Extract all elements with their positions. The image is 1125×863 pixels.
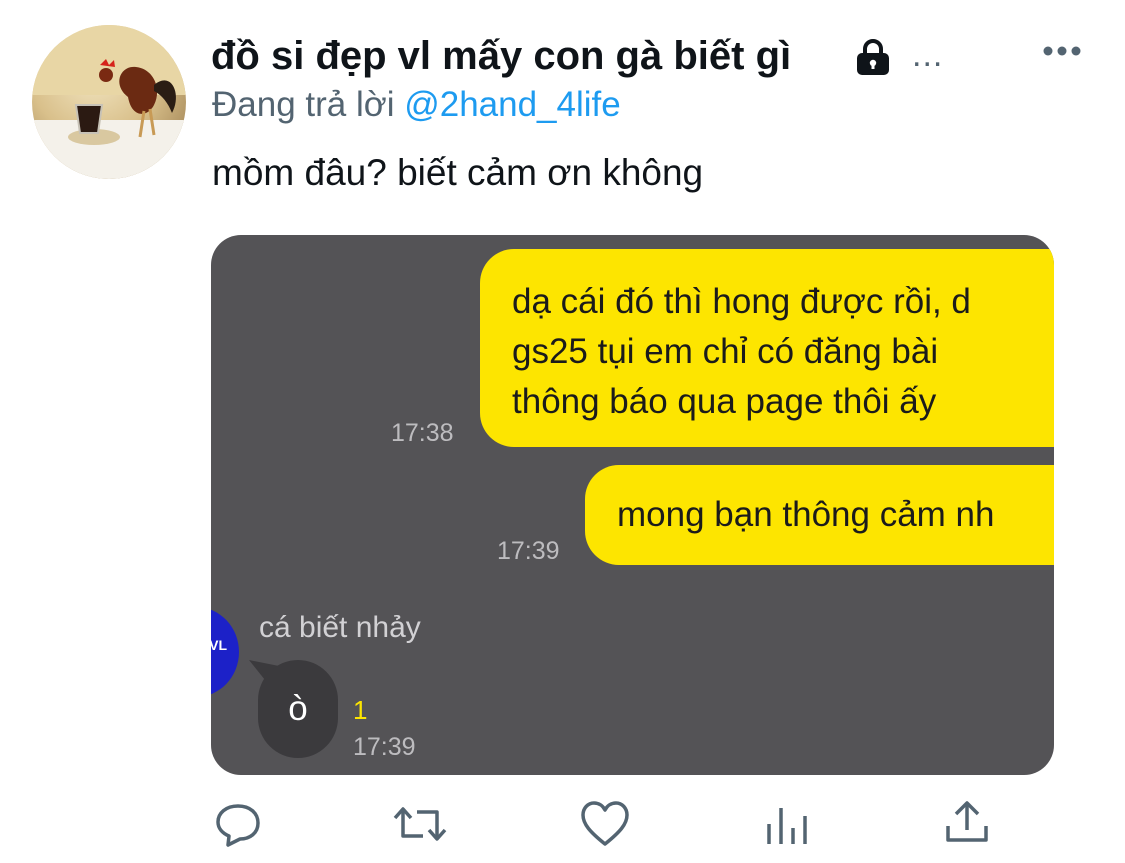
name-truncation-ellipsis: ... [912, 36, 944, 74]
unread-count: 1 [353, 695, 368, 725]
sent-message-bubble: dạ cái đó thì hong được rồi, d gs25 tụi … [480, 249, 1054, 447]
retweet-icon[interactable] [393, 800, 447, 850]
tweet-media-image[interactable]: dạ cái đó thì hong được rồi, d gs25 tụi … [211, 235, 1054, 775]
avatar[interactable] [32, 25, 186, 179]
message-timestamp: 17:39 [353, 733, 416, 761]
reply-icon[interactable] [214, 800, 264, 850]
message-line: thông báo qua page thôi ấy [512, 382, 937, 421]
sender-name: cá biết nhảy [259, 611, 421, 644]
received-message-bubble: ò [258, 660, 338, 758]
replying-to: Đang trả lời @2hand_4life [212, 85, 621, 125]
analytics-icon[interactable] [765, 800, 815, 850]
lock-icon [853, 38, 893, 81]
message-timestamp: 17:38 [391, 419, 454, 447]
tweet-text: mồm đâu? biết cảm ơn không [212, 152, 704, 193]
like-icon[interactable] [580, 800, 630, 850]
tweet-actions [0, 800, 1125, 856]
sent-message-bubble: mong bạn thông cảm nh [585, 465, 1054, 565]
sender-avatar-text: VL [211, 637, 227, 653]
message-line: dạ cái đó thì hong được rồi, d [512, 282, 971, 321]
display-name[interactable]: đồ si đẹp vl mấy con gà biết gì [211, 34, 791, 79]
reply-handle-link[interactable]: @2hand_4life [404, 85, 621, 124]
message-line: gs25 tụi em chỉ có đăng bài [512, 332, 939, 371]
message-line: mong bạn thông cảm nh [617, 495, 995, 534]
replying-to-label: Đang trả lời [212, 85, 395, 124]
more-options-icon[interactable] [1042, 33, 1082, 69]
message-timestamp: 17:39 [497, 537, 560, 565]
share-icon[interactable] [944, 800, 994, 850]
sender-avatar: VL [211, 607, 239, 697]
